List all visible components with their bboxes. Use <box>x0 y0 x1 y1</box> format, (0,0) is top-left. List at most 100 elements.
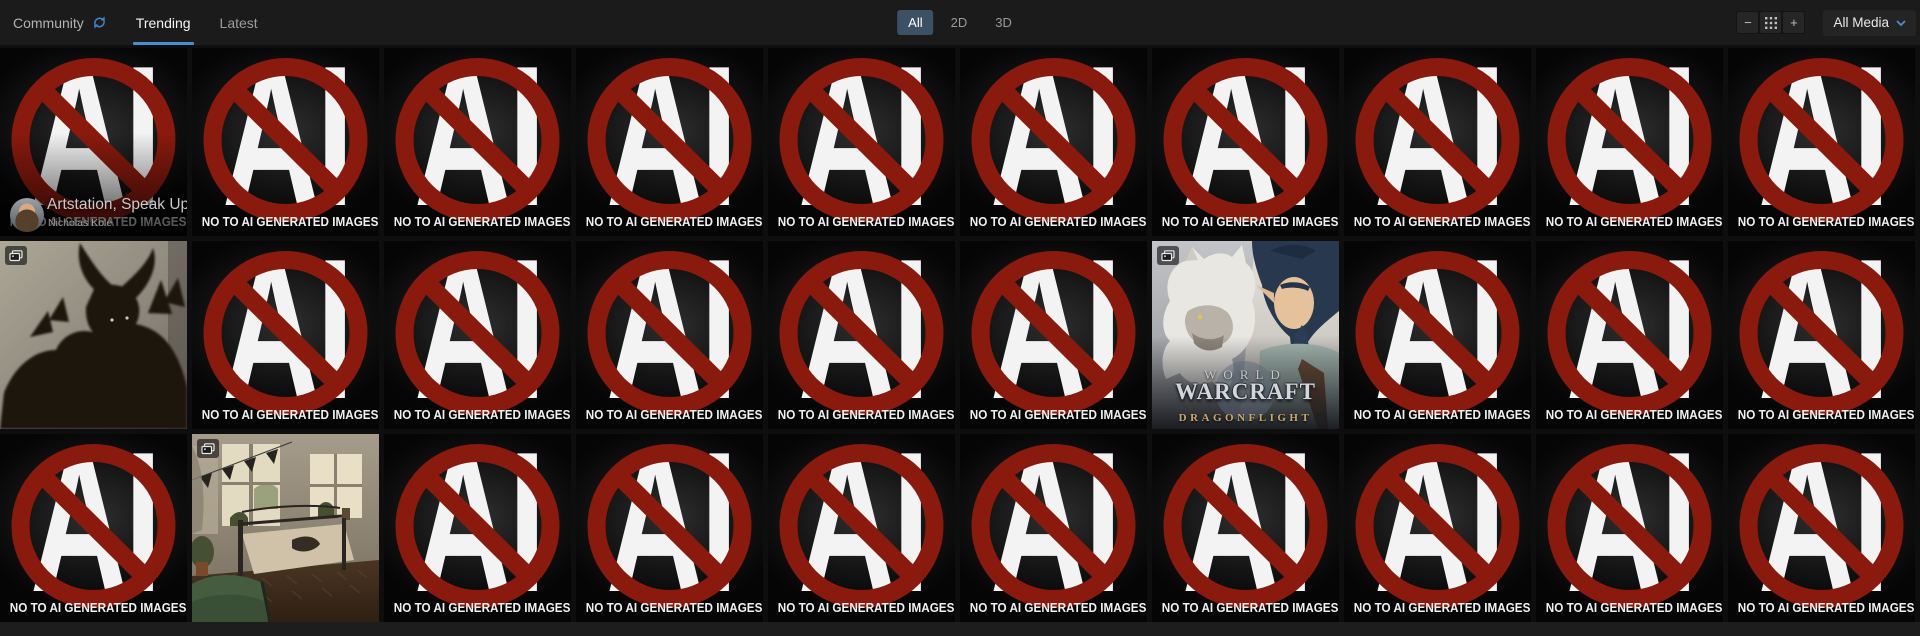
protest-caption: NO TO AI GENERATED IMAGES <box>0 599 187 617</box>
protest-caption: NO TO AI GENERATED IMAGES <box>384 406 571 424</box>
artwork-tile-protest[interactable]: AI NO TO AI GENERATED IMAGES <box>576 241 763 429</box>
feed-tabs: Community Trending Latest <box>0 0 287 45</box>
artwork-tile-protest[interactable]: AI NO TO AI GENERATED IMAGES <box>1344 48 1531 236</box>
view-controls: − + All Media <box>1736 0 1916 45</box>
tab-trending[interactable]: Trending <box>136 0 191 45</box>
artwork-tile-protest[interactable]: AI NO TO AI GENERATED IMAGES <box>1728 48 1915 236</box>
artwork-tile-protest[interactable]: AI NO TO AI GENERATED IMAGES <box>384 241 571 429</box>
stacked-images-icon <box>201 443 215 455</box>
tab-community-label: Community <box>13 15 84 31</box>
zoom-out-button[interactable]: − <box>1737 12 1758 33</box>
tab-community[interactable]: Community <box>13 0 107 45</box>
multiple-images-indicator <box>1157 246 1179 265</box>
protest-caption: NO TO AI GENERATED IMAGES <box>1536 406 1723 424</box>
artwork-tile-protest[interactable]: AI NO TO AI GENERATED IMAGES <box>1536 434 1723 622</box>
artwork-tile-protest[interactable]: AI NO TO AI GENERATED IMAGES <box>1344 241 1531 429</box>
artwork-tile-protest[interactable]: AI NO TO AI GENERATED IMAGES <box>0 434 187 622</box>
no-ai-prohibition-icon <box>576 48 763 236</box>
interior-artwork-image <box>192 434 379 622</box>
no-ai-prohibition-icon <box>0 434 187 622</box>
protest-caption: NO TO AI GENERATED IMAGES <box>1728 406 1915 424</box>
stacked-images-icon <box>1161 250 1175 262</box>
filter-3d[interactable]: 3D <box>984 10 1023 35</box>
artwork-tile-protest[interactable]: AI NO TO AI GENERATED IMAGES <box>1152 48 1339 236</box>
active-tab-underline <box>133 42 194 45</box>
artwork-tile-interior[interactable] <box>192 434 379 622</box>
no-ai-prohibition-icon <box>1152 434 1339 622</box>
tab-trending-label: Trending <box>136 15 191 31</box>
artwork-tile-protest[interactable]: AI NO TO AI GENERATED IMAGES <box>576 48 763 236</box>
no-ai-prohibition-icon <box>384 48 571 236</box>
artwork-tile-protest[interactable]: AI NO TO AI GENERATED IMAGES <box>384 434 571 622</box>
protest-caption: NO TO AI GENERATED IMAGES <box>384 599 571 617</box>
no-ai-prohibition-icon <box>768 434 955 622</box>
protest-caption: NO TO AI GENERATED IMAGES <box>1536 599 1723 617</box>
grid-layout-button[interactable] <box>1760 12 1781 33</box>
artist-avatar[interactable] <box>10 198 44 232</box>
thumbnail-size-control: − + <box>1736 11 1805 34</box>
artwork-tile-creature[interactable] <box>0 241 187 429</box>
artwork-tile-protest[interactable]: AI NO TO AI GENERATED IMAGES <box>192 241 379 429</box>
protest-caption: NO TO AI GENERATED IMAGES <box>192 213 379 231</box>
protest-caption: NO TO AI GENERATED IMAGES <box>1152 213 1339 231</box>
image-grid: AI NO TO AI GENERATED IMAGES Artstation,… <box>0 46 1920 622</box>
no-ai-prohibition-icon <box>192 241 379 429</box>
artwork-tile-protest-hovered[interactable]: AI NO TO AI GENERATED IMAGES Artstation,… <box>0 48 187 236</box>
protest-caption: NO TO AI GENERATED IMAGES <box>576 599 763 617</box>
creature-artwork-image <box>0 241 187 429</box>
artwork-tile-protest[interactable]: AI NO TO AI GENERATED IMAGES <box>384 48 571 236</box>
tab-latest[interactable]: Latest <box>220 0 258 45</box>
no-ai-prohibition-icon <box>1536 48 1723 236</box>
artwork-tile-warcraft[interactable]: WORLD WARCRAFT DRAGONFLIGHT <box>1152 241 1339 429</box>
protest-caption: NO TO AI GENERATED IMAGES <box>1344 406 1531 424</box>
artwork-tile-protest[interactable]: AI NO TO AI GENERATED IMAGES <box>1536 241 1723 429</box>
no-ai-prohibition-icon <box>1344 434 1531 622</box>
protest-caption: NO TO AI GENERATED IMAGES <box>1344 599 1531 617</box>
no-ai-prohibition-icon <box>768 48 955 236</box>
artwork-tile-protest[interactable]: AI NO TO AI GENERATED IMAGES <box>1344 434 1531 622</box>
artwork-tile-protest[interactable]: AI NO TO AI GENERATED IMAGES <box>960 241 1147 429</box>
artwork-tile-protest[interactable]: AI NO TO AI GENERATED IMAGES <box>1152 434 1339 622</box>
artwork-tile-protest[interactable]: AI NO TO AI GENERATED IMAGES <box>576 434 763 622</box>
protest-caption: NO TO AI GENERATED IMAGES <box>192 406 379 424</box>
no-ai-prohibition-icon <box>1152 48 1339 236</box>
protest-caption: NO TO AI GENERATED IMAGES <box>960 599 1147 617</box>
multiple-images-indicator <box>5 246 27 265</box>
media-filter-label: All Media <box>1833 15 1889 30</box>
no-ai-prohibition-icon <box>960 241 1147 429</box>
protest-caption: NO TO AI GENERATED IMAGES <box>1728 599 1915 617</box>
artwork-tile-protest[interactable]: AI NO TO AI GENERATED IMAGES <box>1536 48 1723 236</box>
no-ai-prohibition-icon <box>576 434 763 622</box>
wow-logo-warcraft: WARCRAFT <box>1152 379 1339 405</box>
artwork-tile-protest[interactable]: AI NO TO AI GENERATED IMAGES <box>960 434 1147 622</box>
protest-caption: NO TO AI GENERATED IMAGES <box>384 213 571 231</box>
top-toolbar: Community Trending Latest All 2D 3D − <box>0 0 1920 46</box>
artwork-tile-protest[interactable]: AI NO TO AI GENERATED IMAGES <box>192 48 379 236</box>
artwork-tile-protest[interactable]: AI NO TO AI GENERATED IMAGES <box>1728 241 1915 429</box>
artwork-tile-protest[interactable]: AI NO TO AI GENERATED IMAGES <box>960 48 1147 236</box>
protest-caption: NO TO AI GENERATED IMAGES <box>1344 213 1531 231</box>
no-ai-prohibition-icon <box>960 434 1147 622</box>
no-ai-prohibition-icon <box>768 241 955 429</box>
artwork-tile-protest[interactable]: AI NO TO AI GENERATED IMAGES <box>768 48 955 236</box>
tab-latest-label: Latest <box>220 15 258 31</box>
no-ai-prohibition-icon <box>1536 241 1723 429</box>
no-ai-prohibition-icon <box>384 434 571 622</box>
no-ai-prohibition-icon <box>1728 48 1915 236</box>
artwork-tile-protest[interactable]: AI NO TO AI GENERATED IMAGES <box>768 241 955 429</box>
filter-all[interactable]: All <box>897 10 933 35</box>
artwork-tile-protest[interactable]: AI NO TO AI GENERATED IMAGES <box>768 434 955 622</box>
media-filter-dropdown[interactable]: All Media <box>1823 10 1916 36</box>
no-ai-prohibition-icon <box>576 241 763 429</box>
protest-caption: NO TO AI GENERATED IMAGES <box>960 406 1147 424</box>
filter-2d[interactable]: 2D <box>940 10 979 35</box>
protest-caption: NO TO AI GENERATED IMAGES <box>1536 213 1723 231</box>
no-ai-prohibition-icon <box>384 241 571 429</box>
protest-caption: NO TO AI GENERATED IMAGES <box>576 213 763 231</box>
no-ai-prohibition-icon <box>1344 48 1531 236</box>
zoom-in-button[interactable]: + <box>1783 12 1804 33</box>
artwork-tile-protest[interactable]: AI NO TO AI GENERATED IMAGES <box>1728 434 1915 622</box>
protest-caption: NO TO AI GENERATED IMAGES <box>768 213 955 231</box>
refresh-icon <box>92 15 107 30</box>
dimension-filter-group: All 2D 3D <box>897 0 1023 45</box>
